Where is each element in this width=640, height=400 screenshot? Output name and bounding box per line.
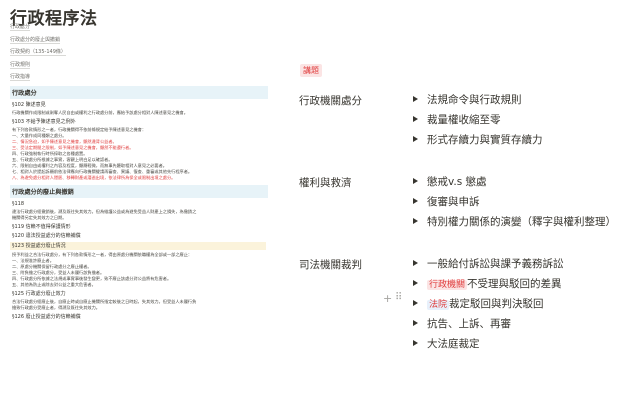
topic-row[interactable]: 行政機關 不受理與駁回的差異: [299, 274, 629, 294]
topic-tag[interactable]: 講題: [300, 64, 322, 77]
topic-row[interactable]: 司法機關裁判 一般給付訴訟與課予義務訴訟: [299, 254, 629, 274]
topic-item: 特別權力關係的演變（釋字與權利整理）: [427, 216, 616, 228]
toggle-triangle-icon[interactable]: [413, 218, 418, 224]
topic-item-text: 不受理與駁回的差異: [467, 278, 562, 290]
topic-item: 大法庭裁定: [427, 338, 480, 350]
topic-item: 法規命令與行政規則: [427, 94, 522, 106]
drag-handle-icon[interactable]: ⠿: [395, 292, 402, 303]
toggle-triangle-icon[interactable]: [413, 320, 418, 326]
table-of-contents: 行政處分 行政處分的廢止與撤銷 行政契約（135-149條） 行政規則 行政指導: [10, 25, 66, 88]
topic-item-text: 裁定駁回與判決駁回: [449, 298, 544, 310]
topic-item: 抗告、上訴、再審: [427, 318, 511, 330]
article-123-heading[interactable]: §123 授益處分廢止情況: [10, 242, 266, 250]
article-102-text[interactable]: 行政機關作成限制或剝奪人民自由或權利之行政處分前，應給予該處分相對人陳述意見之機…: [12, 110, 266, 116]
topic-row[interactable]: 權利與救濟 懲戒v.s 懲處: [299, 172, 629, 192]
toggle-triangle-icon[interactable]: [413, 178, 418, 184]
article-119-heading[interactable]: §119 信賴不值得保護情形: [12, 224, 266, 230]
article-125-text-cont[interactable]: 擔致行政處分受廢止者，得溯及既往失其效力。: [12, 305, 266, 311]
topic-item: 懲戒v.s 懲處: [427, 176, 487, 188]
topic-row[interactable]: 法院 裁定駁回與判決駁回: [299, 294, 629, 314]
court-pill: 法院: [427, 300, 450, 310]
list-item[interactable]: 五、其他為防止或除去對公益之重大危害者。: [12, 282, 266, 288]
article-103-heading[interactable]: §103 不給予陳述意見之例外: [12, 119, 266, 125]
toggle-triangle-icon[interactable]: [413, 260, 418, 266]
category-label: 權利與救濟: [299, 177, 352, 189]
toc-link-revocation[interactable]: 行政處分的廢止與撤銷: [10, 37, 61, 44]
topic-row[interactable]: 大法庭裁定: [299, 334, 629, 354]
toggle-triangle-icon[interactable]: [413, 340, 418, 346]
toggle-triangle-icon[interactable]: [413, 136, 418, 142]
topic-item: 裁量權收縮至零: [427, 114, 501, 126]
toc-link-administrative-disposition[interactable]: 行政處分: [10, 25, 31, 31]
toggle-triangle-icon[interactable]: [413, 198, 418, 204]
article-118-text-cont[interactable]: 機關得另定失其效力之日期。: [12, 215, 266, 221]
topic-item: 行政機關 不受理與駁回的差異: [427, 276, 562, 291]
section-heading-revocation[interactable]: 行政處分的廢止與撤銷: [10, 185, 268, 198]
article-126-heading[interactable]: §126 廢止授益處分的信賴補償: [12, 314, 266, 320]
section-heading-disposition[interactable]: 行政處分: [10, 86, 268, 99]
topic-row[interactable]: 特別權力關係的演變（釋字與權利整理）: [299, 212, 629, 232]
category-label: 行政機關處分: [299, 95, 362, 107]
left-notes-column: 行政處分 §102 陳述意見 行政機關作成限制或剝奪人民自由或權利之行政處分前，…: [10, 86, 268, 320]
toggle-triangle-icon[interactable]: [413, 280, 418, 286]
agency-pill: 行政機關: [427, 280, 468, 290]
topic-row[interactable]: 復審與申訴: [299, 192, 629, 212]
toc-link-administrative-rules[interactable]: 行政規則: [10, 62, 31, 69]
topic-row[interactable]: 抗告、上訴、再審: [299, 314, 629, 334]
article-125-heading[interactable]: §125 行政處分廢止效力: [12, 291, 266, 297]
topic-item: 形式存續力與實質存續力: [427, 134, 543, 146]
toggle-triangle-icon[interactable]: [413, 300, 418, 306]
toggle-triangle-icon[interactable]: [413, 116, 418, 122]
toc-link-administrative-guidance[interactable]: 行政指導: [10, 75, 31, 81]
toggle-triangle-icon[interactable]: [413, 96, 418, 102]
plus-icon[interactable]: +: [383, 292, 392, 305]
topics-column: 行政機關處分 法規命令與行政規則 裁量權收縮至零 形式存續力與實質存續力 權利與…: [299, 90, 629, 354]
article-102-heading[interactable]: §102 陳述意見: [12, 102, 266, 108]
toc-link-administrative-contract[interactable]: 行政契約（135-149條）: [10, 50, 66, 56]
topic-row[interactable]: 裁量權收縮至零: [299, 110, 629, 130]
topic-item: 一般給付訴訟與課予義務訴訟: [427, 258, 564, 270]
article-120-heading[interactable]: §120 違法授益處分的信賴補償: [12, 233, 266, 239]
topic-item: 法院 裁定駁回與判決駁回: [427, 296, 544, 311]
article-118-heading[interactable]: §118: [12, 201, 266, 207]
topic-item: 復審與申訴: [427, 196, 480, 208]
list-item[interactable]: 八、為避免處分相對人隱匿、移轉財產或潛逃出境，依法律所為保全或限制出境之處分。: [12, 175, 266, 181]
topic-row[interactable]: 形式存續力與實質存續力: [299, 130, 629, 150]
category-label: 司法機關裁判: [299, 259, 362, 271]
topic-row[interactable]: 行政機關處分 法規命令與行政規則: [299, 90, 629, 110]
